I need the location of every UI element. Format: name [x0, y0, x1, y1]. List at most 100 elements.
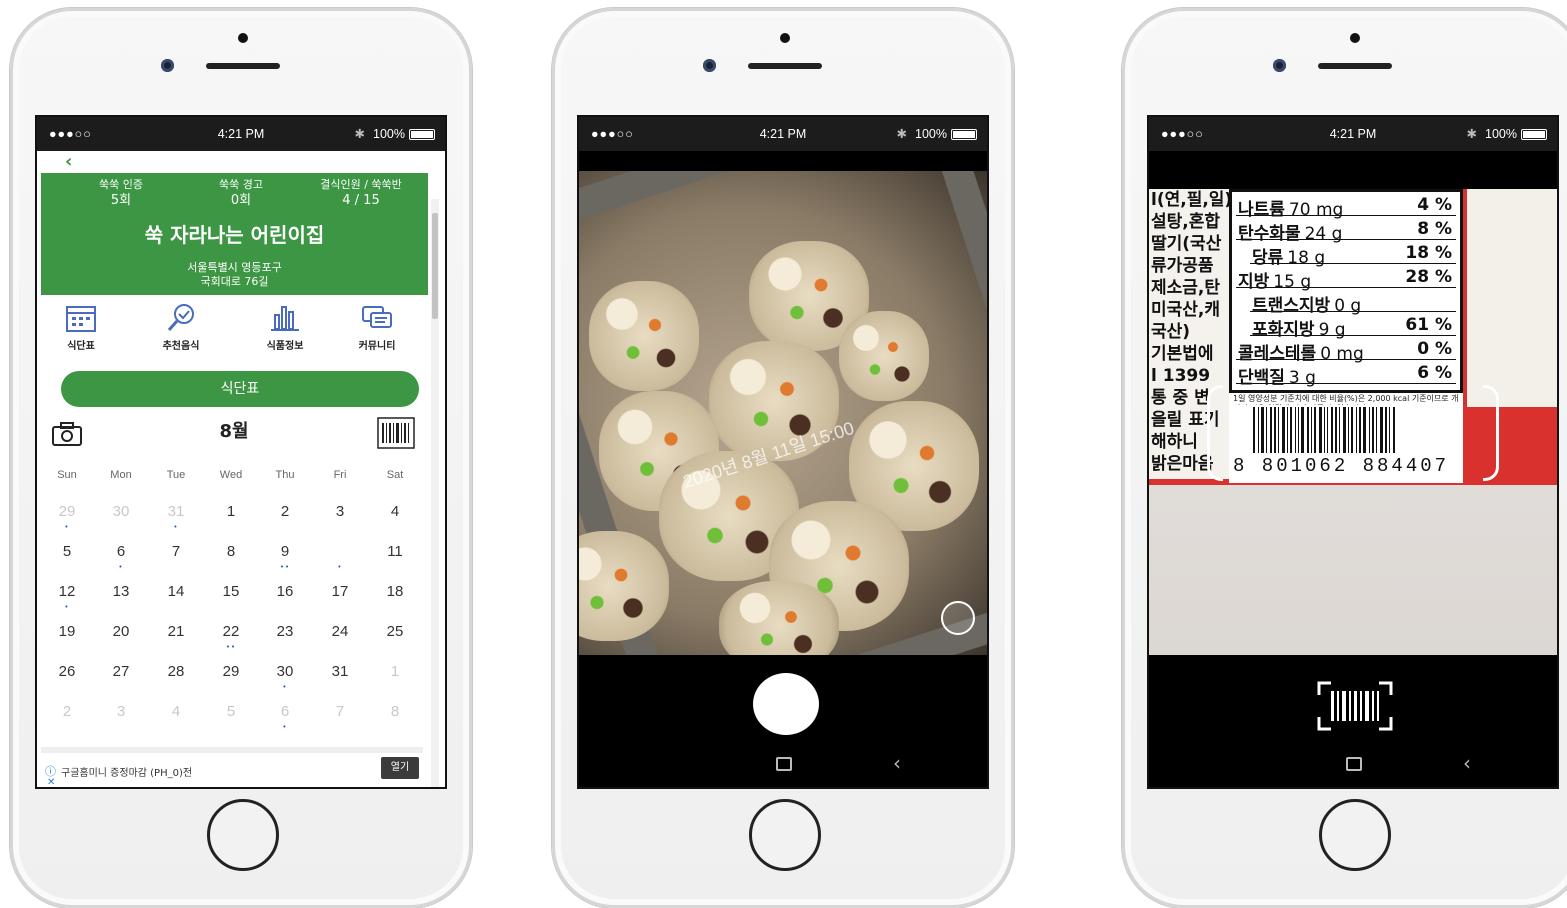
calendar-day[interactable]: 30 — [101, 503, 141, 520]
bar-chart-icon — [271, 306, 299, 331]
calendar-day[interactable]: 3 — [101, 703, 141, 720]
menu-item-recommended-food[interactable]: 추천음식 — [141, 303, 221, 352]
calendar-day[interactable]: 3 — [320, 503, 360, 520]
back-arrow-icon[interactable]: ‹ — [65, 151, 72, 172]
center-header: 쑥쑥 인증 5회 쑥쑥 경고 0회 결식인원 / 쑥쑥반 4 / 15 쑥 자라… — [41, 173, 428, 295]
calendar-day[interactable]: 2 — [265, 503, 305, 520]
ad-open-button[interactable]: 열기 — [381, 757, 419, 779]
barcode-scan-icon[interactable] — [377, 417, 415, 449]
calendar-day[interactable]: 26 — [47, 663, 87, 680]
nutrient-amount: 3 g — [1288, 368, 1316, 388]
barcode-bar — [1372, 407, 1374, 453]
home-nav-icon[interactable] — [1346, 757, 1362, 771]
calendar-day[interactable]: 5 — [211, 703, 251, 720]
calendar-day[interactable]: 31 — [320, 663, 360, 680]
home-button[interactable] — [207, 799, 279, 871]
app-content: ‹ 쑥쑥 인증 5회 쑥쑥 경고 0회 결식인원 / 쑥쑥반 4 / 15 쑥 … — [37, 151, 445, 787]
stat-value: 5회 — [110, 193, 132, 208]
nutrient-label: 단백질 — [1238, 368, 1285, 388]
status-bar: ●●●○○ 4:21 PM ✱ 100% — [1149, 117, 1557, 151]
calendar-day[interactable]: 30 — [265, 663, 305, 680]
front-sensor — [1350, 33, 1360, 43]
calendar-day[interactable]: 11 — [375, 543, 415, 560]
nutrient-name: 지방 15 g — [1238, 267, 1311, 292]
barcode-bar — [1339, 407, 1340, 453]
calendar-day[interactable]: 18 — [375, 583, 415, 600]
calendar-day[interactable]: 24 — [320, 623, 360, 640]
stat-absence: 결식인원 / 쑥쑥반 4 / 15 — [311, 177, 411, 209]
shutter-button[interactable] — [753, 673, 819, 735]
earpiece-speaker — [748, 63, 822, 69]
calendar-day[interactable]: 25 — [375, 623, 415, 640]
calendar-day[interactable]: 13 — [101, 583, 141, 600]
meal-plan-button[interactable]: 식단표 — [61, 371, 419, 407]
calendar-day[interactable]: 15 — [211, 583, 251, 600]
ad-banner[interactable]: ⓘ ✕ 구글홈미니 증정마감 (PH_0)전 열기 — [41, 747, 423, 787]
home-nav-icon[interactable] — [776, 757, 792, 771]
home-button[interactable] — [749, 799, 821, 871]
front-sensor — [238, 33, 248, 43]
scrollbar[interactable] — [431, 199, 439, 787]
calendar-day[interactable]: 4 — [156, 703, 196, 720]
ingredient-line: l(연,필,일) — [1151, 190, 1229, 210]
calendar-day[interactable]: 27 — [101, 663, 141, 680]
menu-item-food-info[interactable]: 식품정보 — [245, 303, 325, 352]
nutrient-percent: 18 % — [1405, 243, 1452, 263]
back-nav-icon[interactable]: ‹ — [1463, 751, 1471, 775]
calendar-day[interactable]: 8 — [375, 703, 415, 720]
bluetooth-icon: ✱ — [1466, 127, 1477, 141]
face-sticker-icon[interactable] — [941, 601, 975, 635]
nutrient-percent: 61 % — [1405, 315, 1452, 335]
calendar-day[interactable]: 1 — [211, 503, 251, 520]
barcode-bar — [1295, 407, 1296, 453]
calendar-day[interactable]: 31 — [156, 503, 196, 520]
barcode-bar — [1314, 407, 1316, 453]
menu-item-community[interactable]: 커뮤니티 — [337, 303, 417, 352]
nutrient-percent: 0 % — [1417, 339, 1452, 359]
weekday-label: Sun — [57, 469, 77, 481]
calendar-day[interactable]: 7 — [156, 543, 196, 560]
meal-indicator-dot: • — [337, 563, 343, 571]
calendar-month: 8월 — [219, 421, 249, 442]
calendar-day[interactable]: 20 — [101, 623, 141, 640]
calendar-day[interactable]: 2 — [47, 703, 87, 720]
calendar-day[interactable]: 23 — [265, 623, 305, 640]
calendar-day[interactable]: 21 — [156, 623, 196, 640]
battery-percent: 100% — [1485, 127, 1517, 141]
barcode-scan-button-icon[interactable] — [1317, 681, 1393, 731]
calendar-day[interactable]: 29 — [47, 503, 87, 520]
calendar-day[interactable]: 8 — [211, 543, 251, 560]
calendar-day[interactable]: 22 — [211, 623, 251, 640]
nutrient-label: 당류 — [1252, 248, 1284, 268]
calendar-day[interactable]: 7 — [320, 703, 360, 720]
barcode-bar — [1278, 407, 1279, 453]
calendar-day[interactable]: 5 — [47, 543, 87, 560]
nutrient-label: 탄수화물 — [1238, 224, 1301, 244]
calendar-day[interactable]: 4 — [375, 503, 415, 520]
meal-indicator-dot: • — [173, 523, 179, 531]
barcode-bar — [1270, 407, 1272, 453]
calendar-day[interactable]: 28 — [156, 663, 196, 680]
earpiece-speaker — [1318, 63, 1392, 69]
nutrition-row: 지방 15 g 28 % — [1236, 266, 1456, 292]
calendar-day[interactable]: 10 — [320, 538, 360, 564]
calendar-day[interactable]: 19 — [47, 623, 87, 640]
calendar-day[interactable]: 1 — [375, 663, 415, 680]
close-icon[interactable]: ✕ — [47, 777, 55, 787]
calendar-day[interactable]: 6 — [265, 703, 305, 720]
calendar-day[interactable]: 14 — [156, 583, 196, 600]
screen: ●●●○○ 4:21 PM ✱ 100% l(연,필,일) 설탕,혼합 딸기(국산 류… — [1147, 115, 1559, 789]
calendar-day[interactable]: 12 — [47, 583, 87, 600]
menu-label: 식단표 — [67, 341, 95, 352]
weekday-label: Thu — [275, 469, 295, 481]
back-nav-icon[interactable]: ‹ — [893, 751, 901, 775]
calendar-day[interactable]: 29 — [211, 663, 251, 680]
calendar-day[interactable]: 9 — [265, 543, 305, 560]
home-button[interactable] — [1319, 799, 1391, 871]
menu-item-meal-plan[interactable]: 식단표 — [41, 303, 121, 352]
calendar-day[interactable]: 17 — [320, 583, 360, 600]
calendar-day[interactable]: 16 — [265, 583, 305, 600]
calendar-day[interactable]: 6 — [101, 543, 141, 560]
nutrient-percent: 28 % — [1405, 267, 1452, 287]
barcode-bar — [1389, 407, 1390, 453]
